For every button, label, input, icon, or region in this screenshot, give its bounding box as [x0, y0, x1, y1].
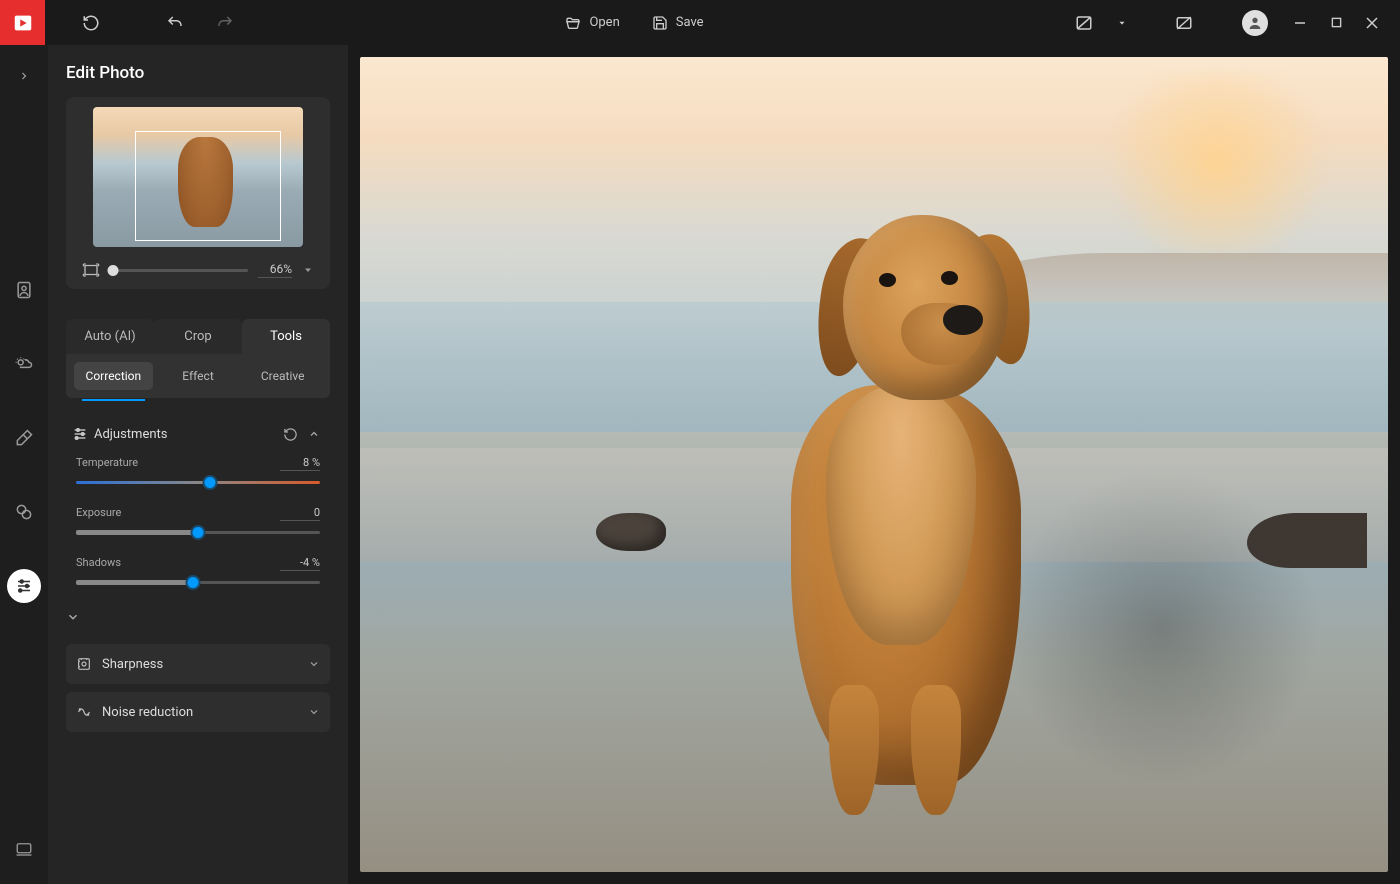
- app-logo[interactable]: [0, 0, 45, 45]
- shadows-track[interactable]: [76, 581, 320, 584]
- tab-tools[interactable]: Tools: [242, 319, 330, 354]
- temperature-track[interactable]: [76, 481, 320, 484]
- subtab-effect[interactable]: Effect: [159, 362, 238, 390]
- rail-portrait-icon[interactable]: [7, 273, 41, 307]
- zoom-dropdown-icon[interactable]: [302, 264, 314, 276]
- open-label: Open: [589, 15, 619, 30]
- reset-icon[interactable]: [73, 5, 109, 41]
- rail-expand-icon[interactable]: [7, 59, 41, 93]
- sharpness-label: Sharpness: [102, 657, 308, 672]
- panel-title: Edit Photo: [66, 63, 330, 83]
- rail-weather-icon[interactable]: [7, 347, 41, 381]
- zoom-slider[interactable]: [110, 269, 248, 272]
- exposure-track[interactable]: [76, 531, 320, 534]
- compare-dropdown-icon[interactable]: [1104, 5, 1140, 41]
- section-adjustments: Adjustments Temperature 8 %: [66, 416, 330, 632]
- main: Edit Photo 66% Auto (AI) Crop Tools Corr…: [0, 45, 1400, 884]
- crop-overlay: [135, 131, 281, 241]
- compare-icon[interactable]: [1066, 5, 1102, 41]
- canvas: [348, 45, 1400, 884]
- rail-adjustments-icon[interactable]: [7, 569, 41, 603]
- window-maximize-icon[interactable]: [1318, 5, 1354, 41]
- window-minimize-icon[interactable]: [1282, 5, 1318, 41]
- chevron-up-icon[interactable]: [304, 428, 324, 440]
- section-noise-reduction[interactable]: Noise reduction: [66, 692, 330, 732]
- exposure-label: Exposure: [76, 506, 121, 521]
- subtab-creative[interactable]: Creative: [243, 362, 322, 390]
- noise-reduction-label: Noise reduction: [102, 705, 308, 720]
- save-label: Save: [676, 15, 704, 30]
- tab-crop[interactable]: Crop: [154, 319, 242, 354]
- user-avatar[interactable]: [1242, 10, 1268, 36]
- undo-icon[interactable]: [157, 5, 193, 41]
- rail-device-icon[interactable]: [7, 832, 41, 866]
- save-button[interactable]: Save: [640, 5, 716, 41]
- titlebar: Open Save: [0, 0, 1400, 45]
- person-icon: [1247, 15, 1263, 31]
- shadows-handle[interactable]: [186, 575, 201, 590]
- exposure-value: 0: [280, 506, 320, 521]
- adjustments-label: Adjustments: [94, 427, 276, 442]
- folder-open-icon: [565, 15, 581, 31]
- temperature-value: 8 %: [280, 456, 320, 471]
- show-more-icon[interactable]: [66, 602, 330, 632]
- slider-exposure: Exposure 0: [66, 502, 330, 552]
- section-head-adjustments[interactable]: Adjustments: [66, 416, 330, 452]
- chevron-down-icon: [308, 706, 320, 718]
- slider-temperature: Temperature 8 %: [66, 452, 330, 502]
- save-icon: [652, 15, 668, 31]
- exposure-handle[interactable]: [191, 525, 206, 540]
- chevron-down-icon: [308, 658, 320, 670]
- rail-overlay-icon[interactable]: [7, 495, 41, 529]
- zoom-control: 66%: [76, 261, 320, 279]
- no-preview-icon[interactable]: [1166, 5, 1202, 41]
- window-close-icon[interactable]: [1354, 5, 1390, 41]
- sub-tabs: Correction Effect Creative: [66, 354, 330, 398]
- rail-eraser-icon[interactable]: [7, 421, 41, 455]
- slider-shadows: Shadows -4 %: [66, 552, 330, 602]
- redo-icon[interactable]: [207, 5, 243, 41]
- main-tabs: Auto (AI) Crop Tools: [66, 319, 330, 354]
- open-button[interactable]: Open: [553, 5, 631, 41]
- section-sharpness[interactable]: Sharpness: [66, 644, 330, 684]
- left-rail: [0, 45, 48, 884]
- reset-adjustments-icon[interactable]: [276, 427, 304, 442]
- photo-preview[interactable]: [360, 57, 1388, 872]
- shadows-label: Shadows: [76, 556, 121, 571]
- subtab-correction[interactable]: Correction: [74, 362, 153, 390]
- tab-auto-ai[interactable]: Auto (AI): [66, 319, 154, 354]
- thumbnail-block: 66%: [66, 97, 330, 289]
- temperature-label: Temperature: [76, 456, 138, 471]
- zoom-value: 66%: [258, 262, 292, 278]
- shadows-value: -4 %: [280, 556, 320, 571]
- temperature-handle[interactable]: [203, 475, 218, 490]
- zoom-handle[interactable]: [107, 265, 118, 276]
- sliders-icon: [72, 426, 94, 442]
- noise-reduction-icon: [76, 704, 102, 720]
- thumbnail-image[interactable]: [93, 107, 303, 247]
- fit-screen-icon[interactable]: [82, 261, 100, 279]
- sharpness-icon: [76, 656, 102, 672]
- edit-panel: Edit Photo 66% Auto (AI) Crop Tools Corr…: [48, 45, 348, 884]
